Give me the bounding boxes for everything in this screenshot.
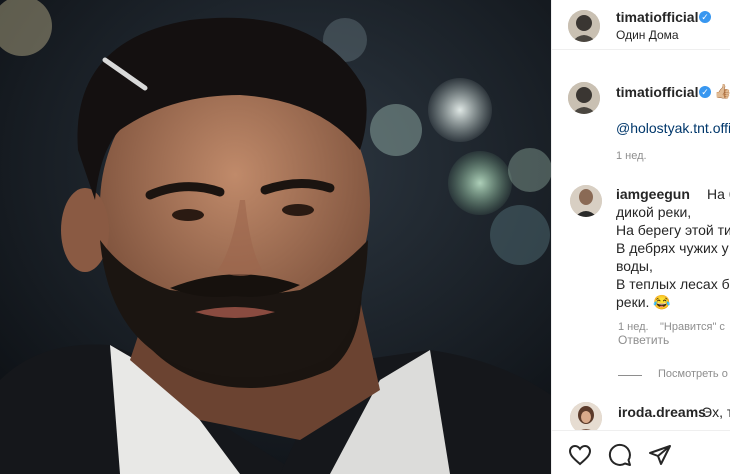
heart-icon[interactable] [568,443,592,467]
caption-avatar[interactable] [568,82,600,114]
comment-avatar[interactable] [570,185,602,217]
view-replies-button[interactable]: Посмотреть о [658,368,728,380]
caption-username[interactable]: timatiofficial [616,84,698,100]
avatar-image [570,185,602,217]
verified-badge-icon: ✓ [699,86,711,98]
post-photo[interactable] [0,0,551,474]
comment-text-line: дикой реки, [616,204,692,220]
author-avatar[interactable] [568,10,600,42]
portrait-image [0,0,551,474]
post-sidebar: timatiofficial ✓ Один Дома timatiofficia… [551,0,730,474]
comment-text-line: Эх, т [702,404,730,420]
comment-likes[interactable]: "Нравится" с [660,321,725,333]
comment-username[interactable]: iamgeegun [616,186,690,202]
replies-divider [618,375,642,376]
caption-time[interactable]: 1 нед. [616,150,647,162]
avatar-image [568,82,600,114]
comment-text-line: воды, [616,258,653,274]
share-icon[interactable] [648,443,672,467]
reply-button[interactable]: Ответить [618,333,669,347]
comment-text-line: На б [707,186,730,202]
comment-text-line: реки. 😂 [616,294,671,310]
comment-time[interactable]: 1 нед. [618,321,649,333]
post-actions-bar [552,430,730,474]
comment-username[interactable]: iroda.dreams [618,404,706,420]
comment-text-line: На берегу этой ти [616,222,730,238]
caption-emoji: 👍🏼 [714,83,730,99]
comment-text-line: В дебрях чужих у [616,240,729,256]
post-location[interactable]: Один Дома [616,28,679,42]
avatar-image [568,10,600,42]
caption-mention[interactable]: @holostyak.tnt.offi [616,120,730,136]
author-username[interactable]: timatiofficial [616,9,698,25]
verified-badge-icon: ✓ [699,11,711,23]
post-header: timatiofficial ✓ Один Дома [552,0,730,50]
comment-text-line: В теплых лесах бе [616,276,730,292]
comment-icon[interactable] [608,443,632,467]
